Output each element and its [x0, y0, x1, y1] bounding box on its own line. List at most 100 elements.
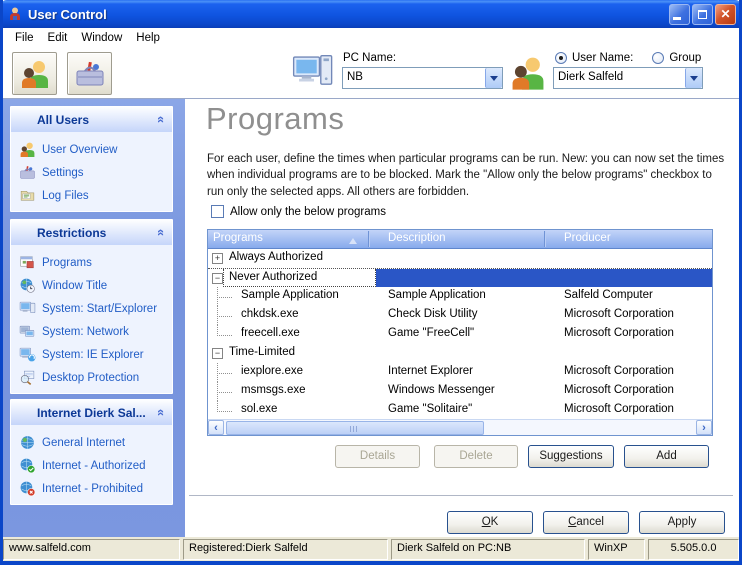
computer-icon: [292, 53, 336, 91]
sidebar-item-system-start-explorer[interactable]: System: Start/Explorer: [11, 297, 172, 320]
column-header-producer[interactable]: Producer: [564, 232, 611, 244]
user-name-radio-label: User Name:: [572, 52, 633, 64]
sidebar-item-internet-prohibited[interactable]: Internet - Prohibited: [11, 477, 172, 500]
ie-computer-icon: [19, 346, 36, 363]
menu-file[interactable]: File: [8, 30, 41, 46]
details-button: Details: [335, 445, 420, 468]
suggestions-button[interactable]: Suggestions: [528, 445, 614, 468]
sidebar-section-all-users: All Users « User Overview: [10, 106, 173, 212]
collapse-icon[interactable]: [212, 273, 223, 284]
scroll-left-icon[interactable]: ‹: [208, 420, 224, 435]
globe-clock-icon: [19, 277, 36, 294]
minimize-button[interactable]: [669, 4, 690, 25]
scrollbar-thumb[interactable]: [226, 421, 484, 435]
status-user-pc: Dierk Salfeld on PC:NB: [391, 539, 585, 560]
horizontal-scrollbar[interactable]: ‹ ›: [208, 419, 712, 435]
sidebar-item-log-files[interactable]: Log Files: [11, 184, 172, 207]
pc-name-label: PC Name:: [343, 52, 396, 64]
sidebar-section-restrictions: Restrictions « Programs: [10, 219, 173, 394]
table-row-group[interactable]: Time-Limited: [208, 344, 712, 363]
sidebar-item-user-overview[interactable]: User Overview: [11, 138, 172, 161]
expand-icon[interactable]: [212, 253, 223, 264]
collapse-chevron-icon[interactable]: «: [154, 116, 169, 121]
add-button[interactable]: Add: [624, 445, 709, 468]
users-icon: [19, 58, 51, 90]
column-header-programs[interactable]: Programs: [213, 232, 263, 244]
group-radio[interactable]: [652, 52, 664, 64]
status-version: 5.505.0.0: [648, 539, 739, 560]
table-row[interactable]: msmsgs.exe Windows Messenger Microsoft C…: [208, 382, 712, 401]
toolbox-icon: [74, 58, 106, 90]
title-bar: User Control ✕: [0, 0, 742, 28]
table-row[interactable]: Sample Application Sample Application Sa…: [208, 287, 712, 306]
status-registered: Registered:Dierk Salfeld: [183, 539, 388, 560]
sidebar-section-internet: Internet Dierk Sal... « General Internet: [10, 399, 173, 505]
table-row-group[interactable]: Always Authorized: [208, 249, 712, 268]
status-bar: www.salfeld.com Registered:Dierk Salfeld…: [3, 537, 739, 561]
users-icon: [508, 54, 548, 92]
toolbar: PC Name: NB User Name: Group Dierk Salfe…: [3, 47, 739, 98]
window-title: User Control: [28, 7, 669, 22]
group-radio-label: Group: [669, 52, 701, 64]
users-icon: [19, 141, 36, 158]
sidebar-item-general-internet[interactable]: General Internet: [11, 431, 172, 454]
sidebar: All Users « User Overview: [3, 99, 185, 537]
user-name-radio[interactable]: [555, 52, 567, 64]
page-title: Programs: [206, 101, 344, 137]
delete-button: Delete: [434, 445, 518, 468]
sidebar-item-window-title[interactable]: Window Title: [11, 274, 172, 297]
column-header-description[interactable]: Description: [388, 232, 446, 244]
sidebar-item-system-network[interactable]: System: Network: [11, 320, 172, 343]
toolbox-toolbar-button[interactable]: [67, 52, 112, 95]
collapse-chevron-icon[interactable]: «: [154, 409, 169, 414]
main-content: Programs For each user, define the times…: [185, 99, 739, 537]
page-description: For each user, define the times when par…: [207, 151, 727, 200]
dropdown-arrow-icon[interactable]: [485, 68, 502, 88]
app-icon: [7, 6, 23, 22]
users-toolbar-button[interactable]: [12, 52, 57, 95]
table-row[interactable]: iexplore.exe Internet Explorer Microsoft…: [208, 363, 712, 382]
pc-name-value: NB: [343, 68, 485, 88]
sidebar-item-desktop-protection[interactable]: Desktop Protection: [11, 366, 172, 389]
collapse-icon[interactable]: [212, 348, 223, 359]
table-row[interactable]: sol.exe Game "Solitaire" Microsoft Corpo…: [208, 401, 712, 420]
table-row-group[interactable]: Never Authorized: [208, 268, 712, 287]
table-row[interactable]: freecell.exe Game "FreeCell" Microsoft C…: [208, 325, 712, 344]
globe-icon: [19, 434, 36, 451]
user-name-value: Dierk Salfeld: [554, 68, 685, 88]
menu-window[interactable]: Window: [74, 30, 129, 46]
user-name-select[interactable]: Dierk Salfeld: [553, 67, 703, 89]
sidebar-item-programs[interactable]: Programs: [11, 251, 172, 274]
menu-help[interactable]: Help: [129, 30, 167, 46]
ok-button[interactable]: OK: [447, 511, 533, 534]
collapse-chevron-icon[interactable]: «: [154, 229, 169, 234]
footer-divider: [189, 495, 733, 496]
allow-only-checkbox[interactable]: [211, 205, 224, 218]
sidebar-item-internet-authorized[interactable]: Internet - Authorized: [11, 454, 172, 477]
magnifier-icon: [19, 369, 36, 386]
status-os: WinXP: [588, 539, 645, 560]
globe-x-icon: [19, 480, 36, 497]
maximize-button[interactable]: [692, 4, 713, 25]
sidebar-item-system-ie-explorer[interactable]: System: IE Explorer: [11, 343, 172, 366]
programs-table: Programs Description Producer Always Aut…: [207, 229, 713, 436]
section-title: All Users: [37, 113, 89, 127]
allow-only-checkbox-label: Allow only the below programs: [230, 206, 386, 218]
scroll-right-icon[interactable]: ›: [696, 420, 712, 435]
sidebar-item-settings[interactable]: Settings: [11, 161, 172, 184]
pc-name-select[interactable]: NB: [342, 67, 503, 89]
computer-icon: [19, 300, 36, 317]
table-row[interactable]: chkdsk.exe Check Disk Utility Microsoft …: [208, 306, 712, 325]
menu-edit[interactable]: Edit: [41, 30, 75, 46]
globe-check-icon: [19, 457, 36, 474]
apply-button[interactable]: Apply: [639, 511, 725, 534]
programs-icon: [19, 254, 36, 271]
network-computers-icon: [19, 323, 36, 340]
cancel-button[interactable]: Cancel: [543, 511, 629, 534]
close-button[interactable]: ✕: [715, 4, 736, 25]
section-title: Restrictions: [37, 226, 106, 240]
user-control-window: User Control ✕ File Edit Window Help: [0, 0, 742, 565]
toolbox-icon: [19, 164, 36, 181]
status-website: www.salfeld.com: [3, 539, 180, 560]
dropdown-arrow-icon[interactable]: [685, 68, 702, 88]
